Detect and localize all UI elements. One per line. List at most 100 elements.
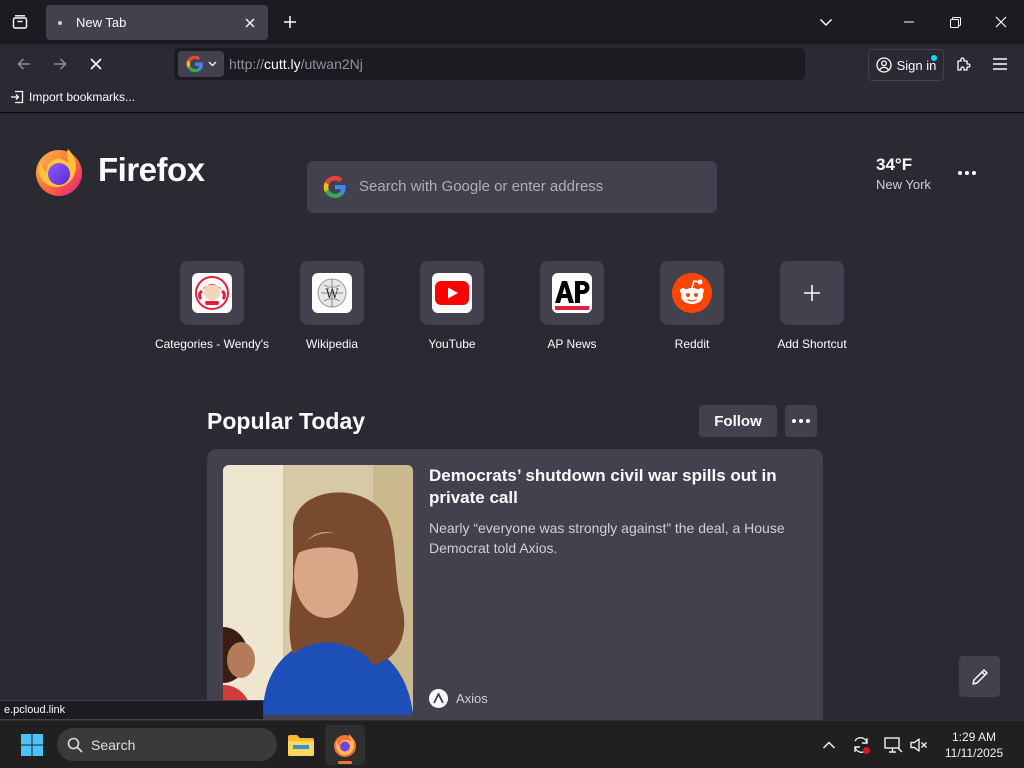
close-window-button[interactable] [978,0,1024,44]
reddit-icon [672,273,712,313]
address-bar[interactable]: http://cutt.ly/utwan2Nj [174,48,805,80]
shortcut-label: YouTube [428,337,476,351]
active-app-indicator [338,761,352,764]
story-card[interactable]: Democrats’ shutdown civil war spills out… [207,449,823,720]
story-image [223,465,413,715]
youtube-icon [432,273,472,313]
shortcut-tile [420,261,484,325]
speaker-muted-icon [910,738,927,752]
shortcut-reddit[interactable]: Reddit [632,261,752,352]
list-all-tabs-button[interactable] [814,10,838,34]
weather-widget[interactable]: 34°F New York [876,155,931,192]
new-tab-page: Firefox Search with Google or enter addr… [0,113,1024,720]
firefox-view-icon [12,15,28,29]
sign-in-label: Sign in [896,57,937,73]
display-tray-icon[interactable] [882,734,904,756]
shortcut-youtube[interactable]: YouTube [392,261,512,352]
taskbar-search[interactable]: Search [57,728,277,761]
add-shortcut-button[interactable]: Add Shortcut [752,261,872,352]
tab-strip: New Tab [0,0,1024,44]
import-bookmarks-button[interactable]: Import bookmarks... [10,90,135,104]
weather-menu-button[interactable] [955,163,979,183]
shortcut-tile [780,261,844,325]
stop-icon [90,58,102,70]
firefox-icon [334,734,356,757]
story-source: Axios [429,689,488,708]
axios-icon [429,689,448,708]
search-placeholder: Search with Google or enter address [359,178,604,195]
firefox-logo-icon [36,149,82,196]
navigation-toolbar: http://cutt.ly/utwan2Nj Sign in [0,44,1024,84]
shortcut-ap-news[interactable]: AP News [512,261,632,352]
show-hidden-icons-button[interactable] [818,734,840,756]
search-engine-button[interactable] [178,51,224,77]
shortcut-wendys[interactable]: Categories - Wendy's [152,261,272,352]
restore-icon [949,16,961,28]
app-menu-button[interactable] [988,52,1012,76]
close-icon [245,18,255,28]
monitor-icon [884,737,903,753]
volume-tray-icon[interactable] [908,734,930,756]
chevron-up-icon [822,741,836,749]
more-dots-icon [806,419,810,423]
stop-button[interactable] [84,52,108,76]
tab-title: New Tab [76,15,127,30]
url-scheme: http:// [229,56,265,72]
close-icon [995,16,1007,28]
sync-tray-icon[interactable] [850,734,872,756]
forward-button[interactable] [48,52,72,76]
windows-logo-icon [21,734,43,756]
chevron-down-icon [819,18,833,27]
more-dots-icon [958,171,962,175]
ap-news-icon [552,273,592,313]
extensions-button[interactable] [952,52,976,76]
sign-in-button[interactable]: Sign in [868,49,944,81]
minimize-icon [904,21,914,23]
shortcut-tile [180,261,244,325]
taskbar-search-label: Search [91,736,136,753]
section-menu-button[interactable] [785,405,817,437]
plus-icon [284,16,296,28]
search-box[interactable]: Search with Google or enter address [307,161,717,213]
story-excerpt: Nearly “everyone was strongly against” t… [429,520,785,556]
shortcut-label: Reddit [674,337,710,351]
firefox-view-button[interactable] [8,10,32,34]
more-dots-icon [799,419,803,423]
url-path: /utwan2Nj [300,56,363,72]
link-status-tooltip: e.pcloud.link [0,700,264,720]
loading-dot-icon [58,21,62,25]
story-title: Democrats’ shutdown civil war spills out… [429,466,777,507]
puzzle-piece-icon [957,57,971,71]
svg-text:W: W [325,287,339,302]
sync-icon [854,737,870,754]
follow-button[interactable]: Follow [699,405,777,437]
new-tab-button[interactable] [278,10,302,34]
wendys-icon [192,273,232,313]
hamburger-menu-icon [993,58,1007,70]
url-domain: cutt.ly [264,56,301,72]
chevron-down-icon [208,61,216,67]
import-icon [11,90,24,104]
shortcut-wikipedia[interactable]: W Wikipedia [272,261,392,352]
shortcut-tile: W [300,261,364,325]
weather-city: New York [876,177,931,192]
customize-button[interactable] [959,656,1000,697]
plus-icon [804,285,820,301]
firefox-taskbar-button[interactable] [325,725,365,765]
google-icon [323,175,346,199]
shortcut-tile [660,261,724,325]
arrow-left-icon [17,58,30,70]
back-button[interactable] [12,52,36,76]
url-text[interactable]: http://cutt.ly/utwan2Nj [229,56,363,72]
tab-new-tab[interactable]: New Tab [46,5,268,40]
file-explorer-button[interactable] [281,725,321,765]
minimize-button[interactable] [886,0,932,44]
restore-button[interactable] [932,0,978,44]
start-button[interactable] [16,731,48,759]
close-tab-button[interactable] [240,13,260,33]
system-clock[interactable]: 1:29 AM 11/11/2025 [936,729,1012,761]
wikipedia-icon: W [312,273,352,313]
windows-taskbar: Search 1:29 AM 11/11/2025 [0,720,1024,768]
account-icon [875,57,892,73]
arrow-right-icon [54,58,67,70]
